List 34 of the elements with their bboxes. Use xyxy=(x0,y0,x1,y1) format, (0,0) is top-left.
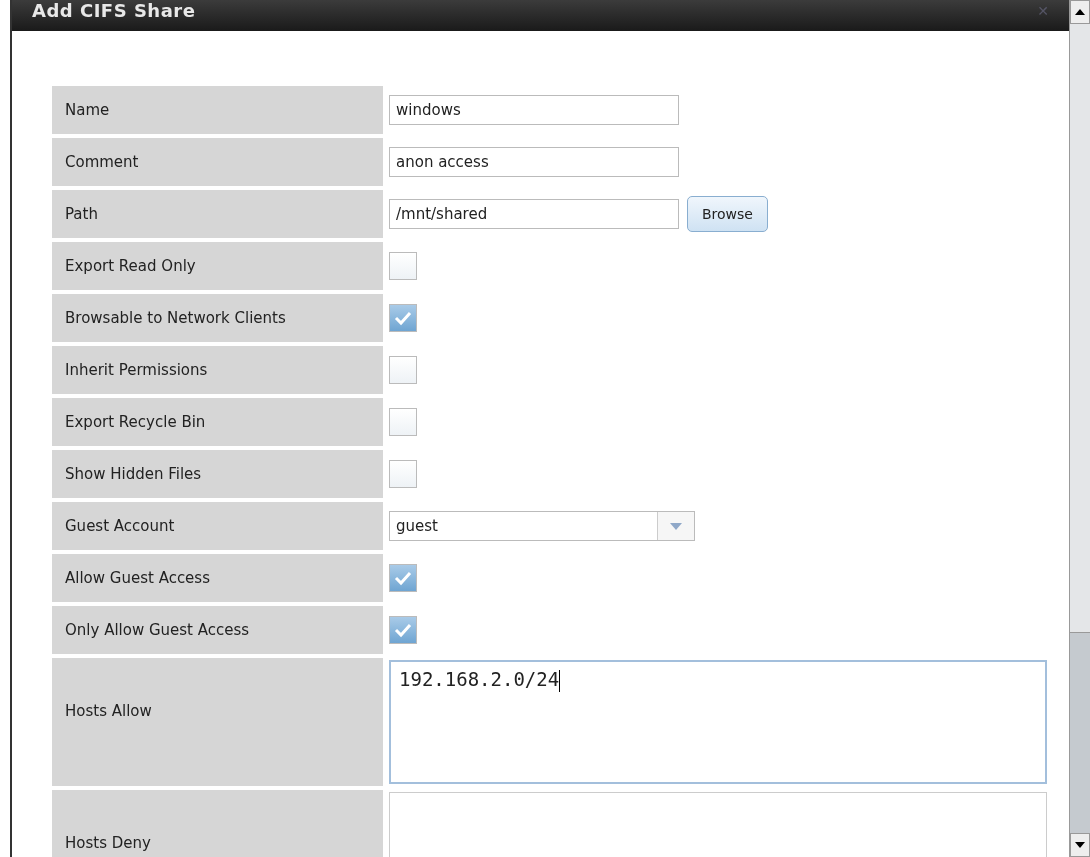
browse-button[interactable]: Browse xyxy=(687,196,768,232)
field-label: Browsable to Network Clients xyxy=(52,294,383,342)
field-label: Comment xyxy=(52,138,383,186)
text-field[interactable]: windows xyxy=(389,95,679,125)
dialog-title: Add CIFS Share xyxy=(32,0,196,21)
checkbox[interactable] xyxy=(389,564,417,592)
checkbox[interactable] xyxy=(389,460,417,488)
path-field[interactable]: /mnt/shared xyxy=(389,199,679,229)
field-label: Path xyxy=(52,190,383,238)
scroll-up-icon[interactable] xyxy=(1075,9,1085,15)
checkmark-icon xyxy=(394,310,412,326)
field-label: Only Allow Guest Access xyxy=(52,606,383,654)
checkbox[interactable] xyxy=(389,616,417,644)
checkbox[interactable] xyxy=(389,408,417,436)
guest-account-dropdown[interactable]: guest xyxy=(389,511,695,541)
checkbox[interactable] xyxy=(389,304,417,332)
hosts-textarea[interactable]: 192.168.2.0/24 xyxy=(389,660,1047,784)
checkmark-icon xyxy=(394,622,412,638)
field-label: Export Recycle Bin xyxy=(52,398,383,446)
field-label: Hosts Allow xyxy=(52,658,383,786)
checkmark-icon xyxy=(394,570,412,586)
field-label: Export Read Only xyxy=(52,242,383,290)
field-label: Name xyxy=(52,86,383,134)
field-label: Inherit Permissions xyxy=(52,346,383,394)
scroll-down-icon[interactable] xyxy=(1075,842,1085,848)
field-label: Hosts Deny xyxy=(52,790,383,857)
field-label: Show Hidden Files xyxy=(52,450,383,498)
scrollbar[interactable] xyxy=(1069,0,1090,857)
checkbox[interactable] xyxy=(389,252,417,280)
checkbox[interactable] xyxy=(389,356,417,384)
caret-icon xyxy=(670,522,682,530)
text-field[interactable]: anon access xyxy=(389,147,679,177)
field-label: Allow Guest Access xyxy=(52,554,383,602)
field-label: Guest Account xyxy=(52,502,383,550)
